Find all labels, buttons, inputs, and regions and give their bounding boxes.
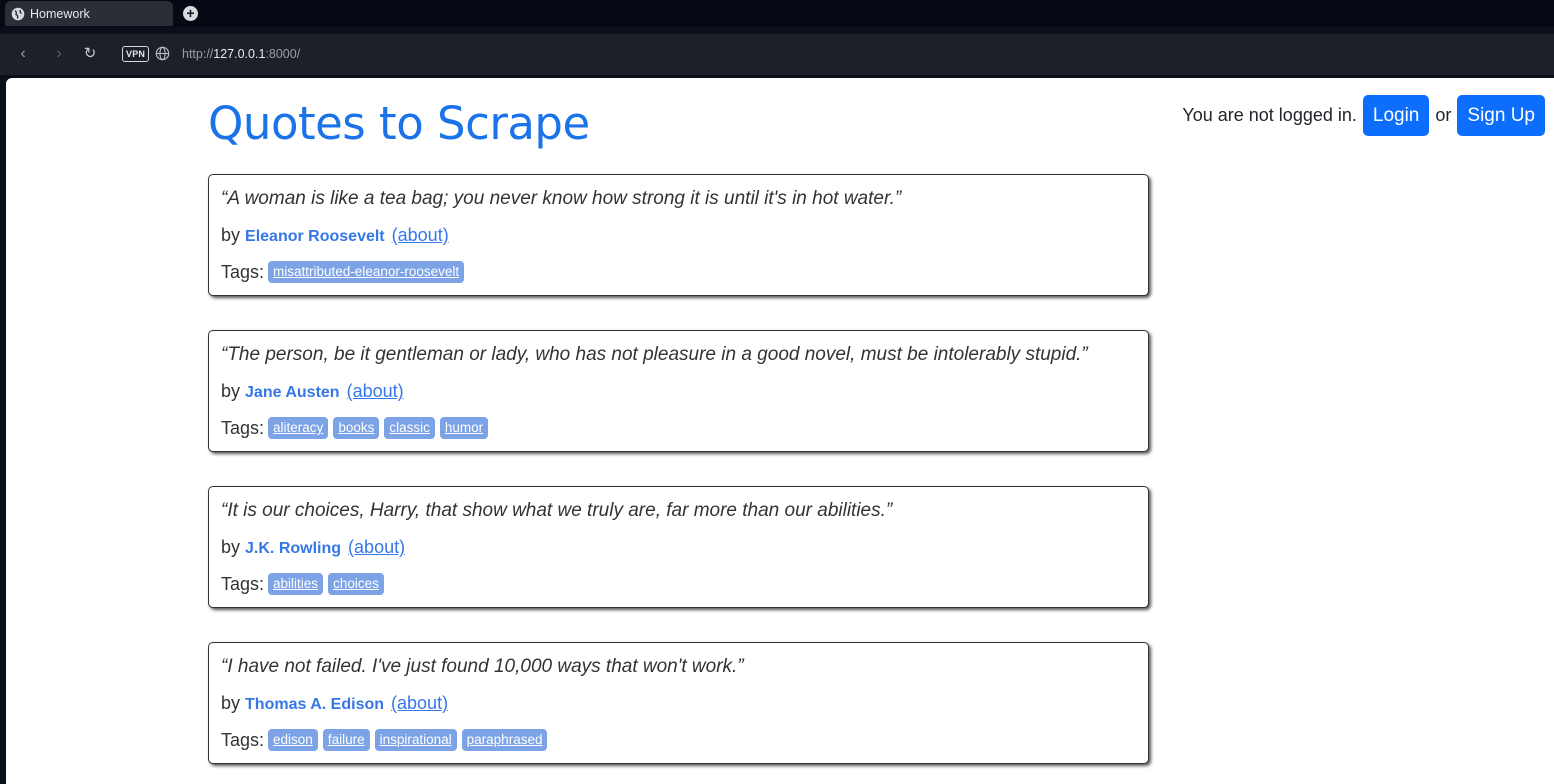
tag-link[interactable]: inspirational <box>374 729 457 751</box>
about-link[interactable]: (about) <box>391 693 448 713</box>
quote-byline: by Eleanor Roosevelt (about) <box>221 225 449 246</box>
url-host: 127.0.0.1 <box>213 47 266 61</box>
author-name: Thomas A. Edison <box>245 696 385 713</box>
tag-link[interactable]: edison <box>268 729 318 751</box>
tags-label: Tags: <box>221 729 265 750</box>
quote-card: “A woman is like a tea bag; you never kn… <box>208 174 1149 296</box>
vpn-badge[interactable]: VPN <box>122 46 150 62</box>
reload-icon[interactable]: ↻ <box>80 44 100 64</box>
quote-byline: by Thomas A. Edison (about) <box>221 693 448 714</box>
browser-tab[interactable]: Homework <box>5 1 173 26</box>
tag-link[interactable]: classic <box>384 417 435 439</box>
signup-button[interactable]: Sign Up <box>1457 95 1545 136</box>
globe-icon <box>11 7 25 21</box>
quote-card: “It is our choices, Harry, that show wha… <box>208 486 1149 608</box>
page-title[interactable]: Quotes to Scrape <box>208 98 590 150</box>
browser-toolbar: ‹ › ↻ VPN http://127.0.0.1:8000/ <box>0 34 1554 75</box>
tag-link[interactable]: paraphrased <box>461 729 548 751</box>
tag-link[interactable]: abilities <box>268 573 324 595</box>
tag-list: Tags: edison failure inspirational parap… <box>221 729 552 751</box>
login-area: You are not logged in. Login or Sign Up <box>1182 95 1545 136</box>
page-viewport: Quotes to Scrape You are not logged in. … <box>6 78 1554 784</box>
tag-link[interactable]: choices <box>328 573 384 595</box>
tag-list: Tags: abilities choices <box>221 573 389 595</box>
quote-text: “It is our choices, Harry, that show wha… <box>221 500 893 521</box>
by-label: by <box>221 537 241 557</box>
browser-tab-bar: Homework + <box>0 0 1554 27</box>
tag-link[interactable]: aliteracy <box>268 417 329 439</box>
author-name: Jane Austen <box>245 384 340 401</box>
tag-link[interactable]: misattributed-eleanor-roosevelt <box>268 261 465 283</box>
about-link[interactable]: (about) <box>347 381 404 401</box>
tag-list: Tags: aliteracy books classic humor <box>221 417 493 439</box>
tags-label: Tags: <box>221 573 265 594</box>
address-bar[interactable]: http://127.0.0.1:8000/ <box>182 46 300 62</box>
tag-link[interactable]: humor <box>439 417 489 439</box>
by-label: by <box>221 381 241 401</box>
back-icon[interactable]: ‹ <box>13 44 33 64</box>
url-prefix: http:// <box>182 47 214 61</box>
quote-text: “The person, be it gentleman or lady, wh… <box>221 344 1088 365</box>
about-link[interactable]: (about) <box>348 537 405 557</box>
author-name: J.K. Rowling <box>245 540 342 557</box>
new-tab-icon[interactable]: + <box>183 6 198 21</box>
tag-link[interactable]: failure <box>322 729 370 751</box>
forward-icon[interactable]: › <box>49 44 69 64</box>
or-text: or <box>1435 105 1452 125</box>
tags-label: Tags: <box>221 417 265 438</box>
by-label: by <box>221 225 241 245</box>
quote-text: “I have not failed. I've just found 10,0… <box>221 656 744 677</box>
login-status-text: You are not logged in. <box>1182 105 1357 125</box>
quote-byline: by Jane Austen (about) <box>221 381 404 402</box>
url-suffix: :8000/ <box>265 47 301 61</box>
author-name: Eleanor Roosevelt <box>245 228 385 245</box>
about-link[interactable]: (about) <box>392 225 449 245</box>
tags-label: Tags: <box>221 261 265 282</box>
site-info-icon[interactable] <box>155 46 170 61</box>
quote-text: “A woman is like a tea bag; you never kn… <box>221 188 902 209</box>
tag-list: Tags: misattributed-eleanor-roosevelt <box>221 261 469 283</box>
login-button[interactable]: Login <box>1362 95 1430 136</box>
tag-link[interactable]: books <box>333 417 380 439</box>
quote-byline: by J.K. Rowling (about) <box>221 537 405 558</box>
tab-title: Homework <box>30 6 90 21</box>
by-label: by <box>221 693 241 713</box>
quote-card: “The person, be it gentleman or lady, wh… <box>208 330 1149 452</box>
quote-card: “I have not failed. I've just found 10,0… <box>208 642 1149 764</box>
